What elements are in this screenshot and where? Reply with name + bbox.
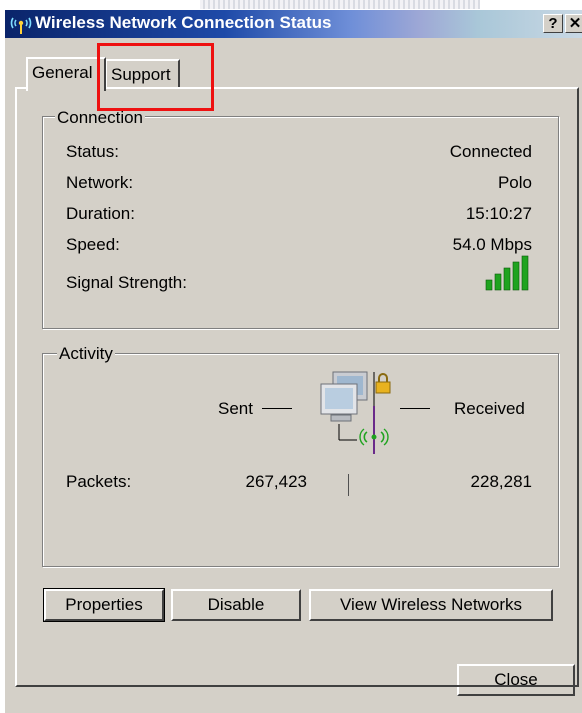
- title-bar[interactable]: Wireless Network Connection Status ? ✕: [5, 10, 582, 38]
- help-button[interactable]: ?: [543, 14, 563, 33]
- tab-panel-general: [15, 87, 579, 687]
- background-window-strip: [200, 0, 480, 9]
- tab-general-label: General: [32, 63, 93, 82]
- support-tab-highlight-box: [97, 43, 214, 111]
- tab-general[interactable]: General: [26, 57, 106, 91]
- window-close-button[interactable]: ✕: [565, 14, 582, 33]
- window-title: Wireless Network Connection Status: [35, 13, 332, 32]
- status-dialog: General Support Connection Status: Conne…: [5, 38, 582, 713]
- close-icon: ✕: [568, 15, 582, 32]
- wireless-network-icon: [10, 17, 32, 34]
